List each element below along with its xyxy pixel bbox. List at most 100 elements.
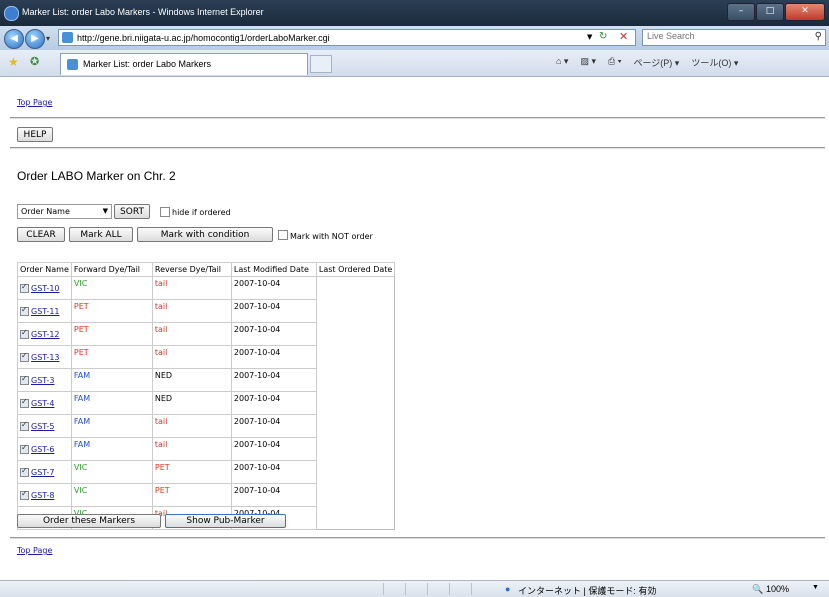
url-dropdown-icon[interactable]: ▼ [587,33,592,41]
row-checkbox[interactable] [20,305,29,316]
search-input[interactable] [647,31,797,41]
home-button[interactable]: ⌂ ▾ [556,56,568,69]
search-icon[interactable]: ⚲ [815,31,822,42]
row-checkbox[interactable] [20,466,29,477]
mark-with-not-order-checkbox[interactable] [278,230,288,240]
last-modified-cell: 2007-10-04 [230,414,317,438]
last-ordered-cell [316,392,394,415]
maximize-button[interactable]: □ [756,3,784,21]
sort-select[interactable]: Order Name ▼ [17,204,112,219]
tools-menu[interactable]: ツール(O) ▾ [691,56,738,69]
bottom-top-page-link[interactable]: Top Page [17,546,52,555]
tab-marker-list[interactable]: Marker List: order Labo Markers [60,53,308,75]
close-button[interactable]: ✕ [785,3,825,21]
security-zone[interactable]: インターネット | 保護モード: 有効 [518,584,656,597]
zoom-level[interactable]: 100% [766,584,789,594]
header-order-name[interactable]: Order Name [17,262,72,277]
marker-link[interactable]: GST-12 [31,330,60,339]
forward-button[interactable]: ▶ [25,29,45,49]
feeds-button[interactable]: ▨ ▾ [580,56,596,69]
history-dropdown-icon[interactable]: ▾ [46,34,50,43]
last-ordered-cell [316,461,394,484]
forward-dye-cell: VIC [70,460,153,484]
minimize-button[interactable]: – [727,3,755,21]
header-last-ordered[interactable]: Last Ordered Date [315,262,396,277]
back-button[interactable]: ◀ [4,29,24,49]
header-reverse-dye[interactable]: Reverse Dye/Tail [151,262,232,277]
show-pub-marker-button[interactable]: Show Pub-Marker [165,514,286,528]
new-tab-button[interactable] [310,55,332,73]
page-icon [67,59,78,70]
reverse-dye-cell: NED [151,391,232,415]
help-button[interactable]: HELP [17,127,53,142]
marker-link[interactable]: GST-7 [31,468,54,477]
last-modified-cell: 2007-10-04 [230,345,317,369]
row-checkbox[interactable] [20,397,29,408]
last-ordered-cell [316,369,394,392]
marker-link[interactable]: GST-13 [31,353,60,362]
table-row: GST-13 PETtail2007-10-04 [17,345,395,369]
globe-icon: ● [505,584,511,594]
top-page-link[interactable]: Top Page [17,98,52,107]
row-checkbox[interactable] [20,351,29,362]
window-title: Marker List: order Labo Markers - Window… [22,7,264,17]
marker-link[interactable]: GST-4 [31,399,54,408]
row-checkbox[interactable] [20,443,29,454]
table-row: GST-10 VICtail2007-10-04 [17,276,395,300]
mark-all-button[interactable]: Mark ALL [69,227,133,242]
sort-button[interactable]: SORT [114,204,150,219]
row-checkbox[interactable] [20,420,29,431]
marker-link[interactable]: GST-8 [31,491,54,500]
status-divider [405,583,406,595]
table-row: GST-12 PETtail2007-10-04 [17,322,395,346]
header-forward-dye[interactable]: Forward Dye/Tail [70,262,153,277]
row-checkbox[interactable] [20,374,29,385]
last-ordered-cell [316,484,394,507]
row-checkbox[interactable] [20,489,29,500]
favorites-star-icon[interactable]: ★ [8,55,19,69]
last-ordered-cell [316,415,394,438]
status-divider [449,583,450,595]
clear-button[interactable]: CLEAR [17,227,65,242]
last-modified-cell: 2007-10-04 [230,299,317,323]
window-controls: – □ ✕ [726,3,825,21]
url-input[interactable] [77,31,577,44]
order-name-cell: GST-5 [17,414,72,438]
mark-with-condition-button[interactable]: Mark with condition [137,227,273,242]
refresh-icon[interactable]: ↻ [599,31,607,42]
marker-link[interactable]: GST-10 [31,284,60,293]
table-row: GST-8 VICPET2007-10-04 [17,483,395,507]
reverse-dye-cell: tail [151,276,232,300]
hide-if-ordered-checkbox[interactable] [160,207,170,217]
last-ordered-cell [316,277,394,300]
command-bar: ⌂ ▾ ▨ ▾ ⎙ ▾ ページ(P) ▾ ツール(O) ▾ [556,56,738,69]
sort-select-value: Order Name [21,207,70,216]
marker-link[interactable]: GST-5 [31,422,54,431]
stop-icon[interactable]: ✕ [619,30,628,43]
forward-dye-cell: PET [70,322,153,346]
order-name-cell: GST-10 [17,276,72,300]
reverse-dye-cell: NED [151,368,232,392]
marker-table: Order Name Forward Dye/Tail Reverse Dye/… [17,262,396,530]
order-markers-button[interactable]: Order these Markers [17,514,161,528]
page-title: Order LABO Marker on Chr. 2 [17,169,176,183]
print-button[interactable]: ⎙ ▾ [608,56,621,69]
marker-link[interactable]: GST-11 [31,307,60,316]
table-row: GST-5 FAMtail2007-10-04 [17,414,395,438]
marker-link[interactable]: GST-3 [31,376,54,385]
row-checkbox[interactable] [20,328,29,339]
order-name-cell: GST-13 [17,345,72,369]
forward-dye-cell: PET [70,299,153,323]
zoom-icon[interactable]: 🔍 [752,584,763,595]
status-bar: ● インターネット | 保護モード: 有効 🔍 100% ▼ [0,580,829,597]
order-name-cell: GST-3 [17,368,72,392]
header-last-modified[interactable]: Last Modified Date [230,262,317,277]
page-menu[interactable]: ページ(P) ▾ [633,56,679,69]
add-favorites-icon[interactable]: ✪ [30,55,39,68]
zoom-dropdown-icon[interactable]: ▼ [812,584,819,591]
row-checkbox[interactable] [20,282,29,293]
order-name-cell: GST-7 [17,460,72,484]
marker-link[interactable]: GST-6 [31,445,54,454]
reverse-dye-cell: tail [151,299,232,323]
window-title-bar: Marker List: order Labo Markers - Window… [0,0,829,26]
